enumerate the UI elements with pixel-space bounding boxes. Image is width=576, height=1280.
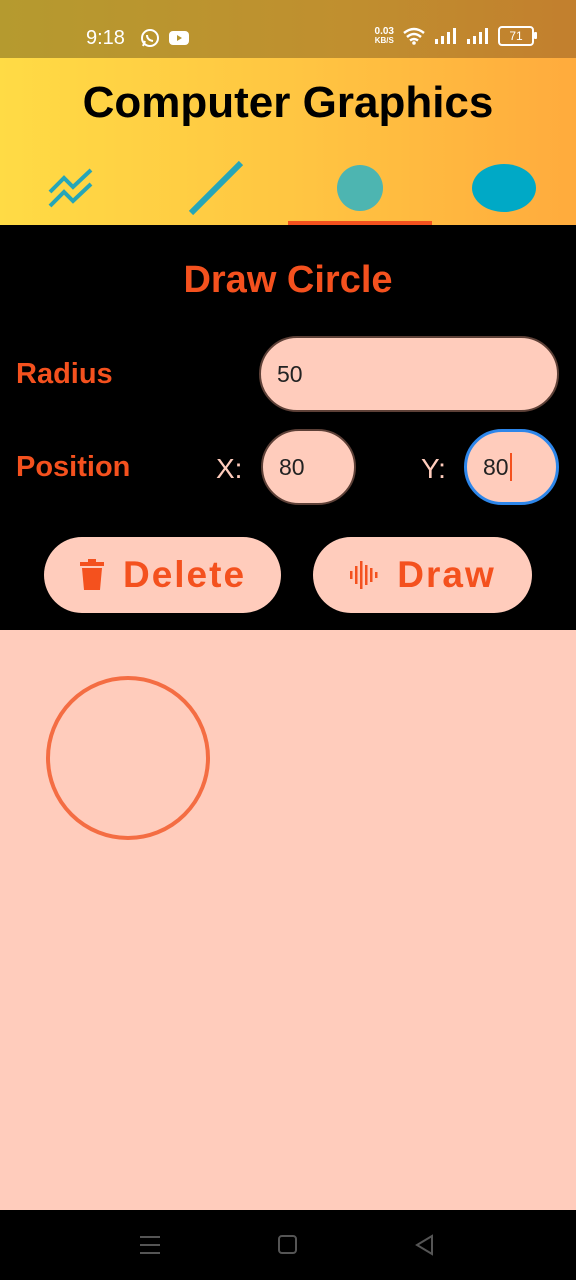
notification-icons bbox=[140, 28, 190, 48]
radius-value: 50 bbox=[277, 360, 303, 387]
battery-icon: 71 bbox=[498, 26, 537, 46]
line-icon bbox=[188, 160, 244, 215]
nav-bar-icons bbox=[140, 1234, 433, 1256]
y-value: 80 bbox=[483, 453, 509, 480]
controls-panel: Draw Circle Radius 50 Position X: 80 Y: … bbox=[0, 225, 576, 630]
signal-icon-2 bbox=[467, 28, 488, 44]
zigzag-lines-icon bbox=[48, 168, 93, 207]
tab-circle[interactable] bbox=[288, 150, 432, 225]
wifi-icon bbox=[403, 27, 425, 45]
ellipse-icon bbox=[472, 163, 536, 212]
text-cursor bbox=[509, 453, 512, 481]
delete-label: Delete bbox=[122, 554, 247, 595]
status-right: 0.03 KB/S 71 bbox=[374, 26, 537, 46]
youtube-icon bbox=[169, 31, 189, 45]
delete-button[interactable]: Delete bbox=[44, 537, 281, 613]
whatsapp-icon bbox=[141, 29, 159, 47]
position-label: Position bbox=[16, 451, 131, 483]
shape-tabs bbox=[0, 150, 576, 225]
net-speed: 0.03 KB/S bbox=[374, 26, 394, 46]
x-position-field[interactable]: 80 bbox=[261, 429, 356, 505]
draw-label: Draw bbox=[397, 554, 496, 595]
waveform-icon bbox=[350, 561, 378, 589]
y-position-field[interactable]: 80 bbox=[464, 429, 559, 505]
x-value: 80 bbox=[279, 453, 305, 480]
canvas-svg bbox=[46, 676, 210, 840]
draw-button[interactable]: Draw bbox=[313, 537, 532, 613]
status-time: 9:18 bbox=[86, 27, 125, 49]
tab-polyline[interactable] bbox=[0, 150, 144, 225]
radius-field[interactable]: 50 bbox=[259, 336, 559, 412]
back-icon[interactable] bbox=[415, 1234, 433, 1256]
app-header: Computer Graphics bbox=[0, 58, 576, 225]
section-title: Draw Circle bbox=[183, 259, 393, 301]
y-label: Y: bbox=[421, 453, 446, 484]
system-nav-bar bbox=[0, 1210, 576, 1280]
signal-icon-1 bbox=[435, 28, 456, 44]
menu-icon[interactable] bbox=[140, 1236, 160, 1254]
tab-ellipse[interactable] bbox=[432, 150, 576, 225]
tab-line[interactable] bbox=[144, 150, 288, 225]
radius-label: Radius bbox=[16, 358, 113, 390]
home-icon[interactable] bbox=[278, 1235, 297, 1254]
status-bar: 9:18 0.03 KB/S 71 bbox=[0, 0, 576, 58]
x-label: X: bbox=[216, 453, 243, 484]
app-title: Computer Graphics bbox=[82, 78, 494, 127]
circle-icon bbox=[337, 164, 383, 211]
drawing-canvas[interactable] bbox=[0, 630, 576, 1210]
drawn-circle bbox=[46, 676, 210, 840]
trash-icon bbox=[79, 559, 104, 590]
